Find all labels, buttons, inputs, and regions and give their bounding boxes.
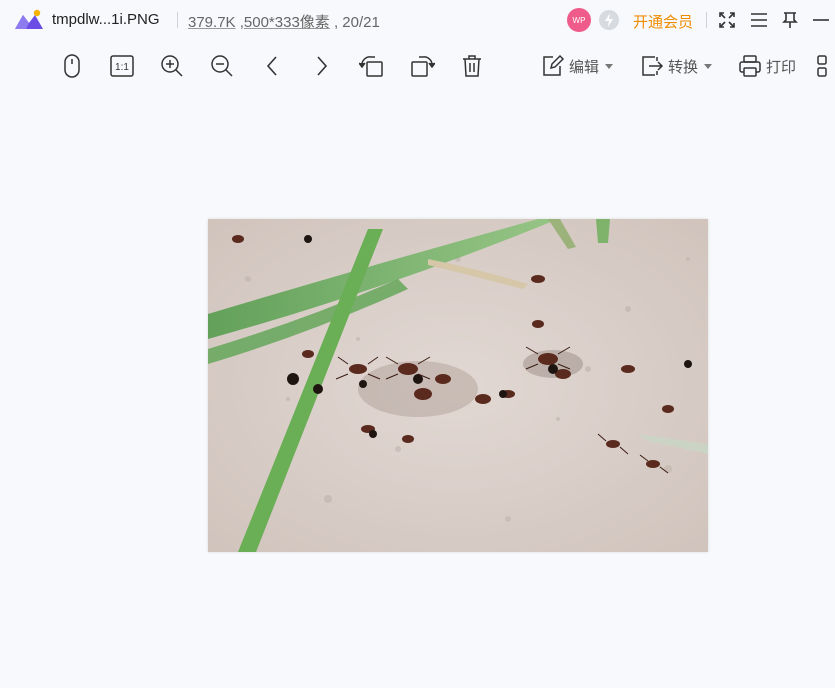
previous-button[interactable] bbox=[258, 52, 286, 80]
more-button[interactable] bbox=[816, 52, 835, 80]
minimize-icon bbox=[813, 19, 829, 21]
page-counter: , 20/21 bbox=[333, 14, 380, 31]
open-vip-link[interactable]: 开通会员 bbox=[633, 11, 693, 32]
minimize-button[interactable] bbox=[810, 9, 832, 31]
file-info: 379.7K ,500*333像素 , 20/21 bbox=[188, 14, 380, 31]
zoom-out-icon bbox=[211, 55, 233, 77]
svg-text:1:1: 1:1 bbox=[115, 62, 129, 73]
chevron-left-icon bbox=[266, 56, 277, 76]
zoom-in-button[interactable] bbox=[158, 52, 186, 80]
file-name: tmpdlw...1i.PNG bbox=[52, 11, 160, 28]
zoom-out-button[interactable] bbox=[208, 52, 236, 80]
user-avatar[interactable]: WP bbox=[567, 8, 591, 32]
vip-badge-icon[interactable] bbox=[598, 9, 620, 31]
pin-button[interactable] bbox=[779, 9, 801, 31]
file-size[interactable]: 379.7K bbox=[188, 14, 236, 31]
edit-menu[interactable]: 编辑 bbox=[541, 52, 614, 80]
image-viewer[interactable] bbox=[208, 219, 708, 552]
delete-button[interactable] bbox=[458, 52, 486, 80]
image-dimensions[interactable]: 500*333像素 bbox=[244, 14, 330, 31]
edit-icon bbox=[543, 54, 565, 76]
one-to-one-icon: 1:1 bbox=[110, 55, 134, 77]
next-button[interactable] bbox=[308, 52, 336, 80]
menu-button[interactable] bbox=[748, 9, 770, 31]
convert-label: 转换 bbox=[668, 58, 699, 76]
title-bar: tmpdlw...1i.PNG 379.7K ,500*333像素 , 20/2… bbox=[0, 0, 835, 40]
convert-icon bbox=[642, 56, 664, 76]
app-logo-icon bbox=[15, 9, 43, 29]
mouse-mode-button[interactable] bbox=[58, 52, 86, 80]
rotate-right-button[interactable] bbox=[408, 52, 436, 80]
rotate-left-button[interactable] bbox=[358, 52, 386, 80]
grid-icon bbox=[817, 55, 827, 77]
displayed-photo bbox=[208, 219, 708, 552]
print-label: 打印 bbox=[766, 58, 797, 76]
rotate-left-icon bbox=[359, 56, 383, 77]
divider bbox=[177, 12, 178, 28]
fullscreen-button[interactable] bbox=[716, 9, 738, 31]
chevron-down-icon bbox=[704, 63, 713, 69]
chevron-right-icon bbox=[317, 56, 328, 76]
actual-size-button[interactable]: 1:1 bbox=[108, 52, 136, 80]
pin-icon bbox=[782, 12, 798, 28]
convert-menu[interactable]: 转换 bbox=[640, 52, 713, 80]
rotate-right-icon bbox=[411, 56, 435, 77]
zoom-in-icon bbox=[161, 55, 183, 77]
printer-icon bbox=[739, 55, 761, 77]
chevron-down-icon bbox=[605, 63, 614, 69]
edit-label: 编辑 bbox=[569, 58, 600, 76]
toolbar: 1:1 编辑 转换 打印 bbox=[0, 44, 835, 88]
divider bbox=[706, 12, 707, 28]
print-button[interactable]: 打印 bbox=[738, 52, 796, 80]
hamburger-icon bbox=[751, 13, 767, 27]
trash-icon bbox=[463, 55, 481, 77]
mouse-icon bbox=[64, 54, 80, 78]
fullscreen-icon bbox=[719, 12, 735, 28]
